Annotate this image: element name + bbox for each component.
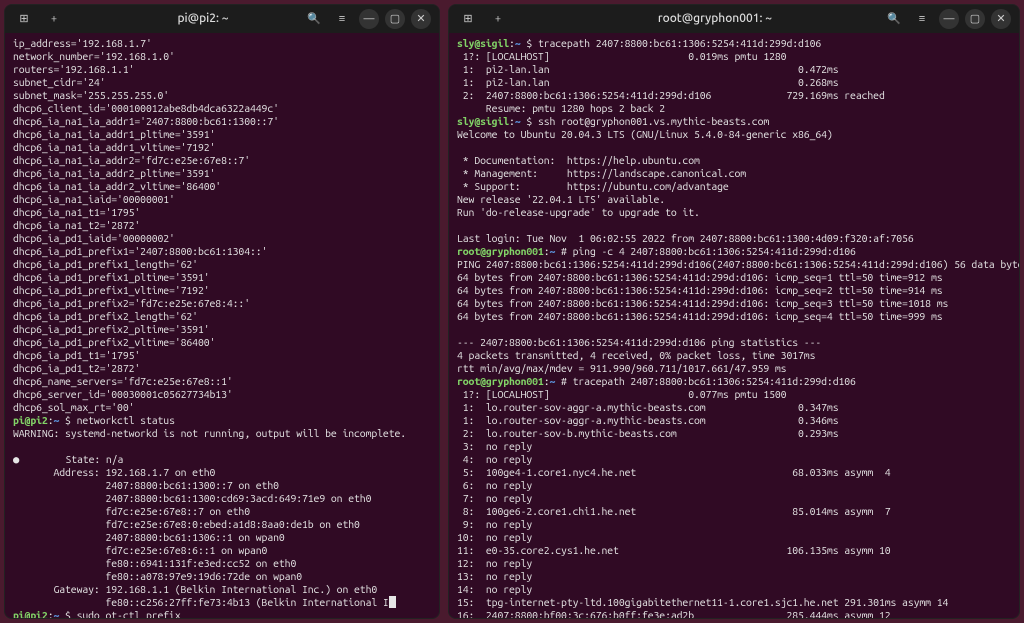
terminal-icon[interactable]: ⊞ <box>457 8 479 30</box>
new-tab-button[interactable]: + <box>43 8 65 30</box>
window-title-left: pi@pi2: ~ <box>103 11 303 27</box>
new-tab-button[interactable]: + <box>487 8 509 30</box>
minimize-button[interactable]: — <box>359 9 379 29</box>
terminal-window-left: ⊞ + pi@pi2: ~ 🔍 ≡ — ▢ ✕ ip_address='192.… <box>4 4 440 619</box>
terminal-body-right[interactable]: sly@sigil:~ $ tracepath 2407:8800:bc61:1… <box>449 33 1019 618</box>
terminal-icon[interactable]: ⊞ <box>13 8 35 30</box>
terminal-body-left[interactable]: ip_address='192.168.1.7' network_number=… <box>5 33 439 618</box>
titlebar-right[interactable]: ⊞ + root@gryphon001: ~ 🔍 ≡ — ▢ ✕ <box>449 5 1019 33</box>
maximize-button[interactable]: ▢ <box>385 9 405 29</box>
search-button[interactable]: 🔍 <box>883 8 905 30</box>
search-button[interactable]: 🔍 <box>303 8 325 30</box>
maximize-button[interactable]: ▢ <box>965 9 985 29</box>
window-title-right: root@gryphon001: ~ <box>547 11 883 27</box>
terminal-window-right: ⊞ + root@gryphon001: ~ 🔍 ≡ — ▢ ✕ sly@sig… <box>448 4 1020 619</box>
menu-button[interactable]: ≡ <box>911 8 933 30</box>
close-button[interactable]: ✕ <box>411 9 431 29</box>
minimize-button[interactable]: — <box>939 9 959 29</box>
menu-button[interactable]: ≡ <box>331 8 353 30</box>
titlebar-left[interactable]: ⊞ + pi@pi2: ~ 🔍 ≡ — ▢ ✕ <box>5 5 439 33</box>
close-button[interactable]: ✕ <box>991 9 1011 29</box>
